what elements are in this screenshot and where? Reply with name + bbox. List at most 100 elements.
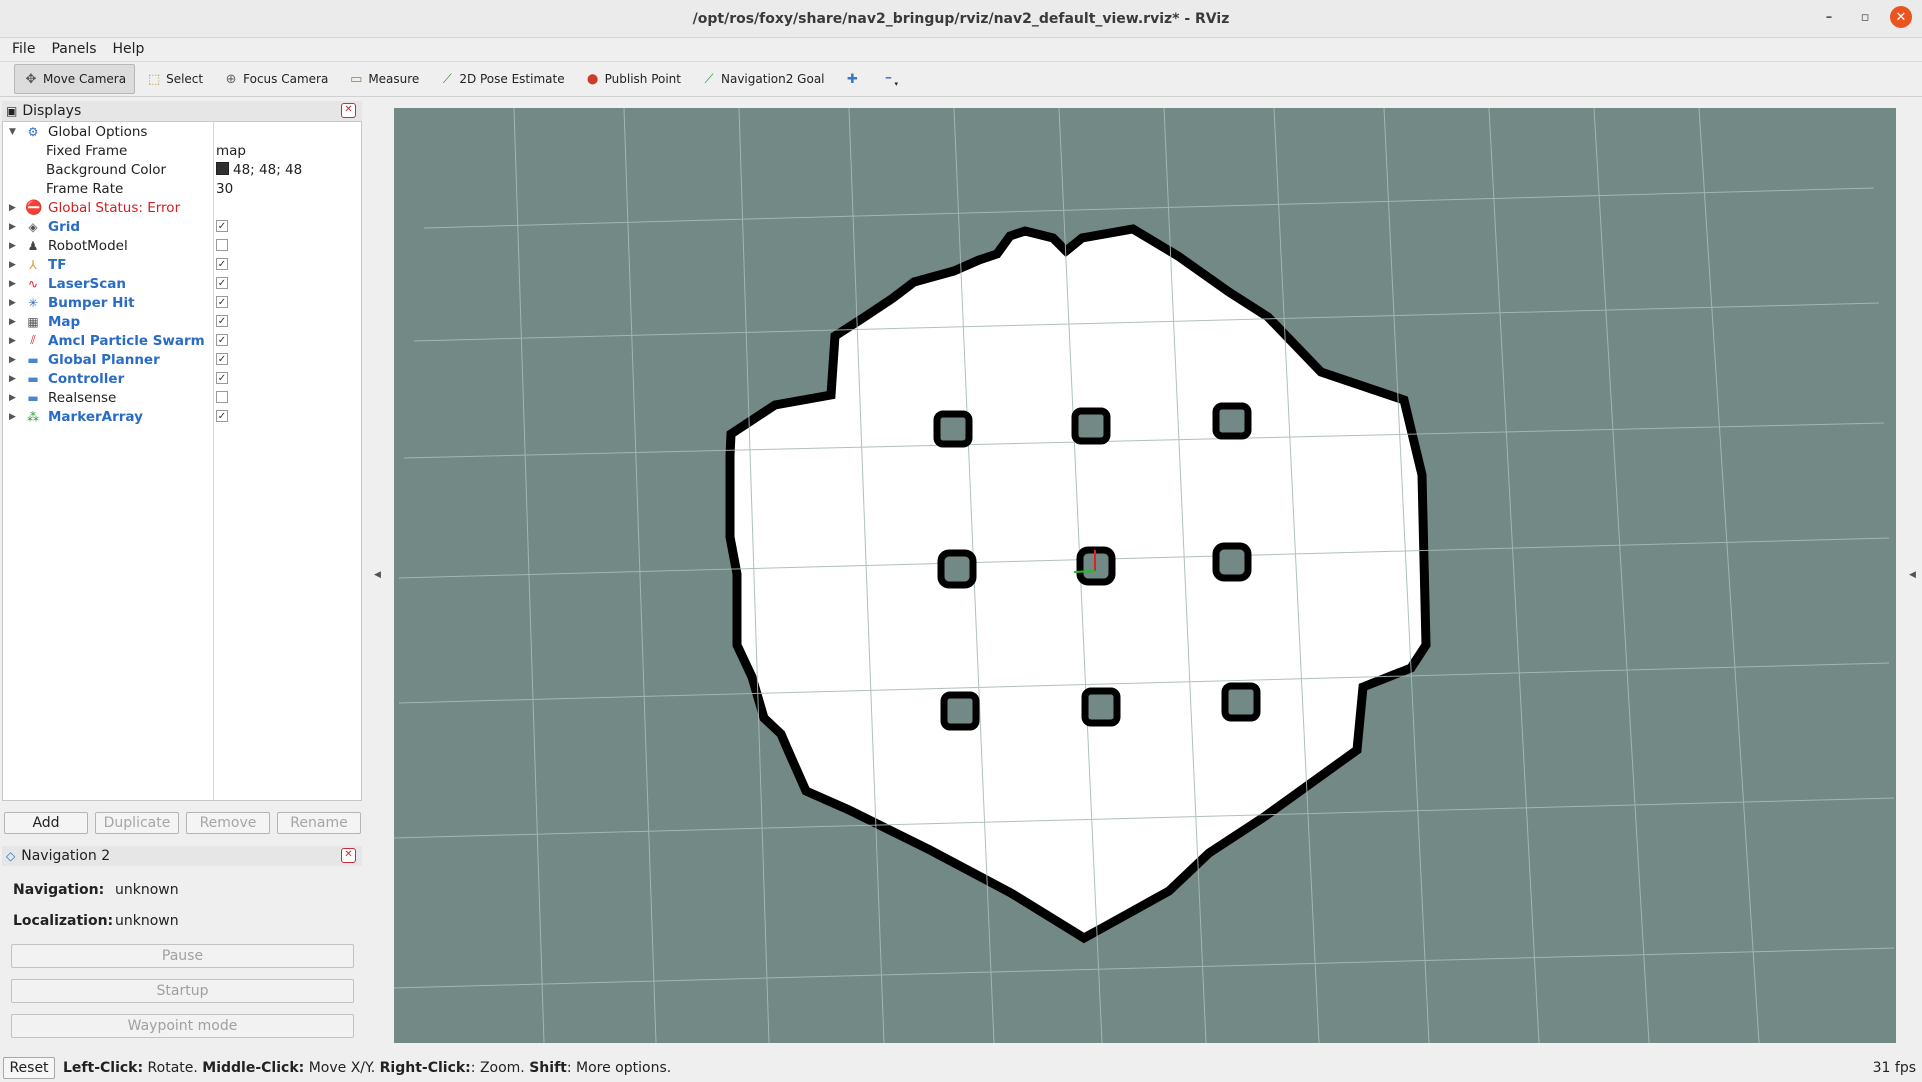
tool-label: Measure bbox=[368, 72, 420, 86]
tree-row-grid[interactable]: ▶ ◈ Grid ✓ bbox=[3, 217, 361, 236]
tree-row-global-options[interactable]: ▼ ⚙ Global Options bbox=[3, 122, 361, 141]
add-button[interactable]: Add bbox=[4, 812, 88, 834]
close-icon[interactable]: ✕ bbox=[341, 103, 356, 118]
remove-button[interactable]: Remove bbox=[186, 812, 270, 834]
displays-title: Displays bbox=[22, 103, 82, 119]
map-icon: ▦ bbox=[27, 314, 39, 329]
tool-label: 2D Pose Estimate bbox=[459, 72, 565, 86]
tree-row-realsense[interactable]: ▶ ▬ Realsense bbox=[3, 388, 361, 407]
chevron-right-icon[interactable]: ▶ bbox=[9, 336, 16, 346]
enable-checkbox[interactable] bbox=[216, 239, 228, 251]
tree-row-tf[interactable]: ▶ ⅄ TF ✓ bbox=[3, 255, 361, 274]
robot-model-icon: ♟ bbox=[27, 238, 39, 253]
tree-row-global-status[interactable]: ▶ ⛔ Global Status: Error bbox=[3, 198, 361, 217]
tool-label: Navigation2 Goal bbox=[721, 72, 825, 86]
chevron-right-icon[interactable]: ▶ bbox=[9, 393, 16, 403]
localization-label: Localization: bbox=[13, 913, 114, 929]
chevron-right-icon[interactable]: ▶ bbox=[9, 374, 16, 384]
duplicate-button[interactable]: Duplicate bbox=[95, 812, 179, 834]
enable-checkbox[interactable]: ✓ bbox=[216, 277, 228, 289]
tree-label: Realsense bbox=[48, 389, 117, 406]
collapse-left-icon[interactable]: ◀ bbox=[374, 570, 381, 580]
tree-label: Controller bbox=[48, 370, 125, 387]
chevron-down-icon[interactable]: ▼ bbox=[9, 127, 16, 137]
tree-row-amcl-particle-swarm[interactable]: ▶ ⫽ Amcl Particle Swarm ✓ bbox=[3, 331, 361, 350]
tool-label: Focus Camera bbox=[243, 72, 329, 86]
tree-row-laserscan[interactable]: ▶ ∿ LaserScan ✓ bbox=[3, 274, 361, 293]
select-icon: ⬚ bbox=[147, 71, 161, 87]
startup-button[interactable]: Startup bbox=[11, 979, 354, 1003]
enable-checkbox[interactable]: ✓ bbox=[216, 353, 228, 365]
chevron-right-icon[interactable]: ▶ bbox=[9, 222, 16, 232]
enable-checkbox[interactable]: ✓ bbox=[216, 296, 228, 308]
chevron-right-icon[interactable]: ▶ bbox=[9, 279, 16, 289]
collapse-right-icon[interactable]: ◀ bbox=[1909, 570, 1916, 580]
add-tool-button[interactable]: ✚ bbox=[836, 64, 870, 94]
tool-2d-pose-estimate[interactable]: ⟋ 2D Pose Estimate bbox=[430, 64, 573, 94]
hint-key: Middle-Click: bbox=[202, 1060, 305, 1076]
close-icon[interactable]: ✕ bbox=[1890, 6, 1912, 28]
gear-icon: ⚙ bbox=[27, 124, 39, 139]
rename-button[interactable]: Rename bbox=[277, 812, 361, 834]
tree-row-map[interactable]: ▶ ▦ Map ✓ bbox=[3, 312, 361, 331]
tree-row-robotmodel[interactable]: ▶ ♟ RobotModel bbox=[3, 236, 361, 255]
window-titlebar: /opt/ros/foxy/share/nav2_bringup/rviz/na… bbox=[0, 0, 1922, 38]
close-icon[interactable]: ✕ bbox=[341, 848, 356, 863]
maximize-icon[interactable]: ▫ bbox=[1854, 6, 1876, 28]
menu-file[interactable]: File bbox=[12, 41, 35, 57]
chevron-right-icon[interactable]: ▶ bbox=[9, 260, 16, 270]
tree-row-markerarray[interactable]: ▶ ⁂ MarkerArray ✓ bbox=[3, 407, 361, 426]
tree-row-fixed-frame[interactable]: Fixed Frame map bbox=[3, 141, 361, 160]
folder-icon: ▬ bbox=[27, 371, 39, 386]
measure-icon: ▭ bbox=[350, 71, 363, 87]
minimize-icon[interactable]: – bbox=[1818, 6, 1840, 28]
enable-checkbox[interactable] bbox=[216, 391, 228, 403]
property-value[interactable]: map bbox=[216, 143, 246, 159]
chevron-right-icon[interactable]: ▶ bbox=[9, 203, 16, 213]
tree-row-bumper-hit[interactable]: ▶ ✳ Bumper Hit ✓ bbox=[3, 293, 361, 312]
3d-viewport[interactable] bbox=[394, 108, 1896, 1043]
tree-row-global-planner[interactable]: ▶ ▬ Global Planner ✓ bbox=[3, 350, 361, 369]
navigation-title: Navigation 2 bbox=[21, 848, 111, 864]
remove-tool-button[interactable]: ━ ▾ bbox=[872, 64, 908, 94]
chevron-right-icon[interactable]: ▶ bbox=[9, 298, 16, 308]
tool-navigation2-goal[interactable]: ⟋ Navigation2 Goal bbox=[692, 64, 834, 94]
tool-select[interactable]: ⬚ Select bbox=[137, 64, 212, 94]
property-value[interactable]: 48; 48; 48 bbox=[216, 161, 302, 178]
chevron-right-icon[interactable]: ▶ bbox=[9, 241, 16, 251]
tree-row-background-color[interactable]: Background Color 48; 48; 48 bbox=[3, 160, 361, 179]
enable-checkbox[interactable]: ✓ bbox=[216, 315, 228, 327]
tool-publish-point[interactable]: ⬤ Publish Point bbox=[576, 64, 690, 94]
diamond-icon: ◇ bbox=[6, 849, 16, 863]
tool-move-camera[interactable]: ✥ Move Camera bbox=[14, 64, 136, 94]
monitor-icon: ▣ bbox=[6, 104, 18, 118]
enable-checkbox[interactable]: ✓ bbox=[216, 334, 228, 346]
enable-checkbox[interactable]: ✓ bbox=[216, 372, 228, 384]
chevron-right-icon[interactable]: ▶ bbox=[9, 412, 16, 422]
menu-bar: File Panels Help bbox=[0, 38, 1922, 60]
chevron-right-icon[interactable]: ▶ bbox=[9, 317, 16, 327]
navigation-label: Navigation: bbox=[13, 882, 105, 898]
window-controls: – ▫ ✕ bbox=[1818, 6, 1912, 28]
navigation-status: Navigation: unknown bbox=[13, 882, 179, 898]
property-value[interactable]: 30 bbox=[216, 181, 233, 197]
navigation-panel: Navigation: unknown Localization: unknown … bbox=[2, 868, 362, 1046]
localization-status: Localization: unknown bbox=[13, 913, 179, 929]
fps-counter: 31 fps bbox=[1872, 1060, 1916, 1076]
reset-button[interactable]: Reset bbox=[3, 1057, 55, 1079]
menu-help[interactable]: Help bbox=[113, 41, 145, 57]
menu-panels[interactable]: Panels bbox=[51, 41, 96, 57]
tree-row-controller[interactable]: ▶ ▬ Controller ✓ bbox=[3, 369, 361, 388]
enable-checkbox[interactable]: ✓ bbox=[216, 220, 228, 232]
marker-array-icon: ⁂ bbox=[27, 409, 39, 424]
enable-checkbox[interactable]: ✓ bbox=[216, 258, 228, 270]
tree-row-frame-rate[interactable]: Frame Rate 30 bbox=[3, 179, 361, 198]
chevron-right-icon[interactable]: ▶ bbox=[9, 355, 16, 365]
map-render bbox=[394, 108, 1896, 1043]
tool-focus-camera[interactable]: ⊕ Focus Camera bbox=[214, 64, 337, 94]
pause-button[interactable]: Pause bbox=[11, 944, 354, 968]
waypoint-mode-button[interactable]: Waypoint mode bbox=[11, 1014, 354, 1038]
tool-measure[interactable]: ▭ Measure bbox=[339, 64, 428, 94]
tool-toolbar: ✥ Move Camera ⬚ Select ⊕ Focus Camera ▭ … bbox=[0, 61, 1922, 97]
enable-checkbox[interactable]: ✓ bbox=[216, 410, 228, 422]
